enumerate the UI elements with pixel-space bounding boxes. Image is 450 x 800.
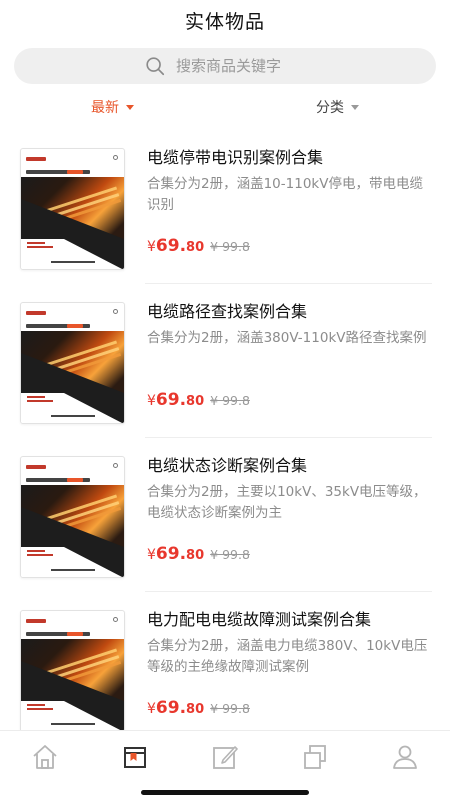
copy-icon	[304, 744, 326, 769]
tab-shop[interactable]	[90, 731, 180, 782]
header: 实体物品	[0, 0, 450, 40]
home-icon	[33, 744, 57, 769]
product-description: 合集分为2册，涵盖10-110kV停电，带电电缆识别	[147, 176, 423, 213]
price-integer: 69.	[155, 390, 187, 410]
price-integer: 69.	[155, 698, 187, 718]
price-decimal: 80	[186, 548, 205, 563]
tab-home[interactable]	[0, 731, 90, 782]
tab-profile[interactable]	[360, 731, 450, 782]
search-input[interactable]	[176, 57, 306, 75]
price-currency: ¥	[147, 239, 156, 255]
product-cover-image[interactable]	[20, 302, 125, 424]
product-item[interactable]: 电缆路径查找案例合集 合集分为2册，涵盖380V-110kV路径查找案例 ¥ 6…	[0, 284, 450, 438]
price-integer: 69.	[155, 544, 187, 564]
product-cover-image[interactable]	[20, 456, 125, 578]
product-prices: ¥ 69. 80 ¥ 99.8	[147, 236, 250, 256]
product-info: 电缆路径查找案例合集 合集分为2册，涵盖380V-110kV路径查找案例 ¥ 6…	[125, 302, 450, 438]
product-title[interactable]: 电力配电电缆故障测试案例合集	[147, 609, 430, 631]
product-info: 电缆停带电识别案例合集 合集分为2册，涵盖10-110kV停电，带电电缆识别 ¥…	[125, 148, 450, 284]
price-integer: 69.	[155, 236, 187, 256]
product-description: 合集分为2册，主要以10kV、35kV电压等级，电缆状态诊断案例为主	[147, 484, 427, 521]
search-bar[interactable]	[14, 48, 436, 84]
product-description: 合集分为2册，涵盖380V-110kV路径查找案例	[147, 330, 427, 346]
page-title: 实体物品	[184, 10, 265, 33]
product-info: 电缆状态诊断案例合集 合集分为2册，主要以10kV、35kV电压等级，电缆状态诊…	[125, 456, 450, 592]
product-cover-image[interactable]	[20, 148, 125, 270]
product-prices: ¥ 69. 80 ¥ 99.8	[147, 544, 250, 564]
search-icon	[146, 57, 165, 76]
product-cover-image[interactable]	[20, 610, 125, 730]
tab-edit[interactable]	[180, 731, 270, 782]
filter-category[interactable]: 分类	[225, 97, 450, 117]
tab-copy[interactable]	[270, 731, 360, 782]
profile-icon	[393, 745, 417, 769]
filter-category-label: 分类	[316, 100, 344, 116]
shop-icon	[124, 746, 146, 768]
product-item[interactable]: 电缆停带电识别案例合集 合集分为2册，涵盖10-110kV停电，带电电缆识别 ¥…	[0, 130, 450, 284]
price-decimal: 80	[186, 702, 205, 717]
product-prices: ¥ 69. 80 ¥ 99.8	[147, 390, 250, 410]
product-item[interactable]: 电缆状态诊断案例合集 合集分为2册，主要以10kV、35kV电压等级，电缆状态诊…	[0, 438, 450, 592]
filter-latest-label: 最新	[91, 100, 119, 116]
product-title[interactable]: 电缆停带电识别案例合集	[147, 147, 430, 169]
product-item[interactable]: 电力配电电缆故障测试案例合集 合集分为2册，涵盖电力电缆380V、10kV电压等…	[0, 592, 450, 730]
original-price: ¥ 99.8	[210, 393, 250, 408]
product-list: 电缆停带电识别案例合集 合集分为2册，涵盖10-110kV停电，带电电缆识别 ¥…	[0, 130, 450, 730]
product-info: 电力配电电缆故障测试案例合集 合集分为2册，涵盖电力电缆380V、10kV电压等…	[125, 610, 450, 730]
price-currency: ¥	[147, 393, 156, 409]
caret-down-icon	[126, 104, 134, 110]
filter-bar: 最新 分类	[0, 86, 450, 128]
caret-down-icon	[351, 104, 359, 110]
product-description: 合集分为2册，涵盖电力电缆380V、10kV电压等级的主绝缘故障测试案例	[147, 638, 428, 675]
price-currency: ¥	[147, 701, 156, 717]
price-decimal: 80	[186, 394, 205, 409]
filter-latest[interactable]: 最新	[0, 97, 225, 117]
original-price: ¥ 99.8	[210, 547, 250, 562]
original-price: ¥ 99.8	[210, 239, 250, 254]
price-currency: ¥	[147, 547, 156, 563]
bottom-tab-bar	[0, 730, 450, 782]
product-prices: ¥ 69. 80 ¥ 99.8	[147, 698, 250, 718]
home-indicator	[141, 790, 309, 795]
edit-icon	[213, 745, 238, 769]
product-title[interactable]: 电缆状态诊断案例合集	[147, 455, 430, 477]
price-decimal: 80	[186, 240, 205, 255]
search-bar-wrap	[0, 40, 450, 84]
original-price: ¥ 99.8	[210, 701, 250, 716]
product-title[interactable]: 电缆路径查找案例合集	[147, 301, 430, 323]
